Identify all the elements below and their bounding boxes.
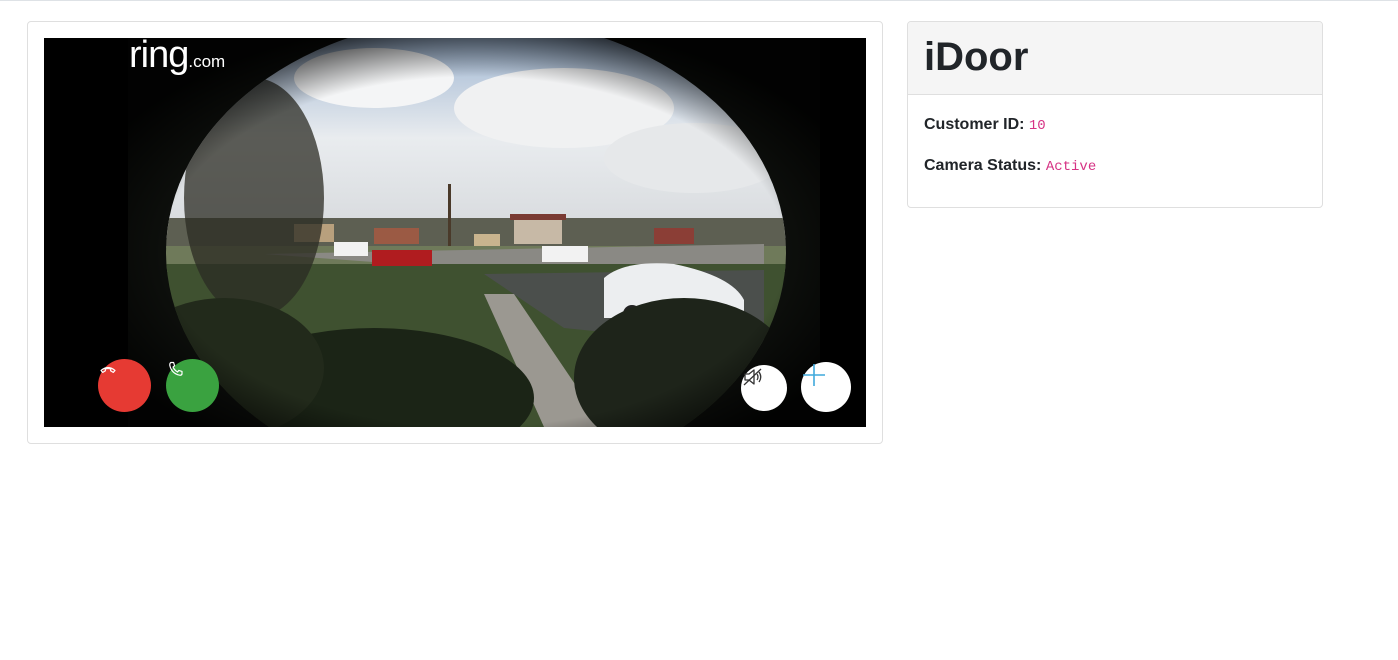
device-info-body: Customer ID: 10 Camera Status: Active — [908, 95, 1322, 207]
logo-suffix-text: .com — [188, 52, 226, 71]
customer-id-value: 10 — [1028, 118, 1046, 134]
customer-id-label: Customer ID: — [924, 116, 1025, 133]
device-info-card: iDoor Customer ID: 10 Camera Status: Act… — [907, 21, 1323, 208]
doorbell-video-feed[interactable]: ring.com — [44, 38, 866, 427]
customer-id-row: Customer ID: 10 — [924, 115, 1306, 136]
camera-status-label: Camera Status: — [924, 157, 1042, 174]
device-title: iDoor — [924, 35, 1029, 79]
top-divider — [0, 0, 1398, 1]
device-info-header: iDoor — [908, 22, 1322, 95]
accept-call-button[interactable] — [166, 359, 219, 412]
camera-status-value: Active — [1045, 159, 1097, 175]
decline-call-button[interactable] — [98, 359, 151, 412]
add-button[interactable] — [801, 362, 851, 412]
logo-main-text: ring — [129, 38, 189, 76]
mute-button[interactable] — [741, 365, 787, 411]
ring-logo: ring.com — [129, 38, 225, 77]
video-card: ring.com — [27, 21, 883, 444]
camera-status-row: Camera Status: Active — [924, 156, 1306, 177]
